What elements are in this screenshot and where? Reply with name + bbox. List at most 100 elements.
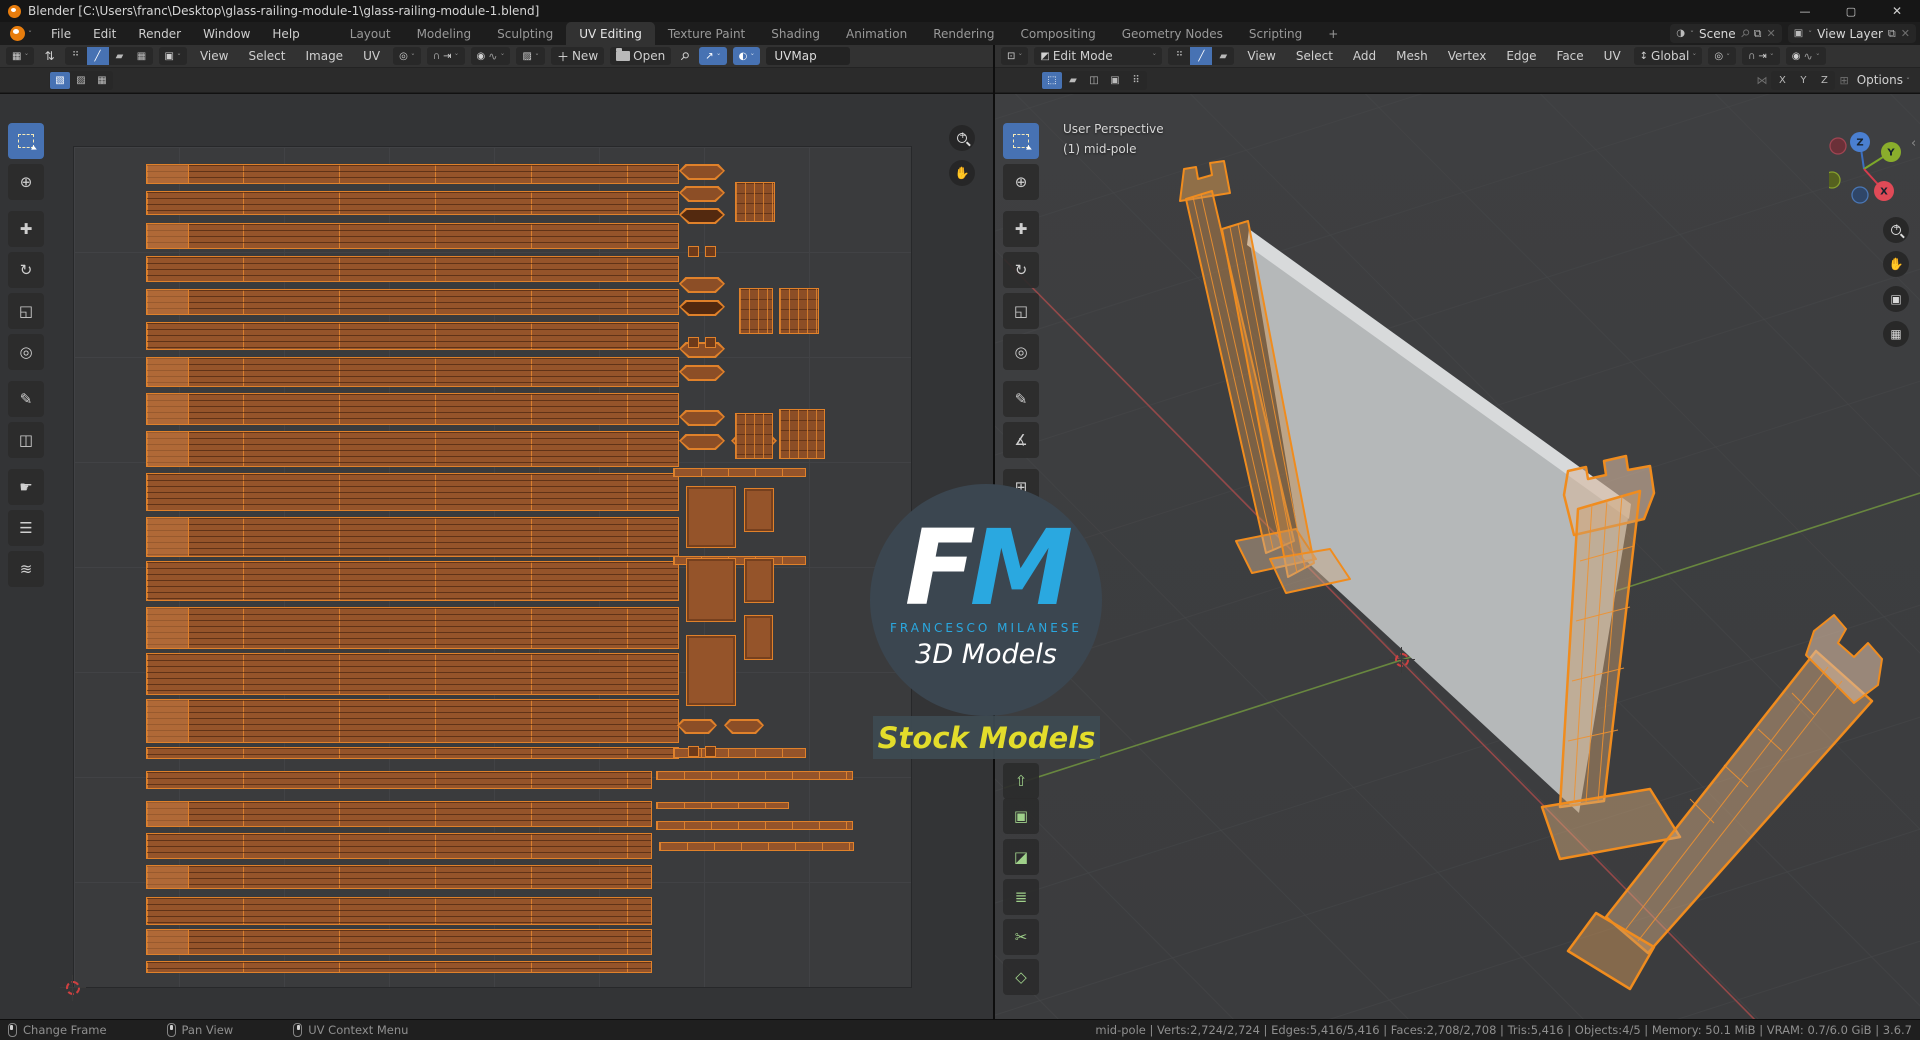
uv-sync-selection-icon[interactable]: ⇅ <box>40 47 58 65</box>
mode-dropdown[interactable]: ◩ Edit Mode ˅ <box>1034 47 1163 65</box>
tab-scripting[interactable]: Scripting <box>1236 22 1315 45</box>
uv-island-square[interactable] <box>686 635 736 706</box>
uv-island-bar[interactable] <box>146 929 652 955</box>
uv-island-grid[interactable] <box>779 288 819 334</box>
mirror-y-button[interactable]: Y <box>1793 72 1813 89</box>
uv-island-cap[interactable] <box>679 277 725 293</box>
tab-shading[interactable]: Shading <box>758 22 833 45</box>
uv-island-square[interactable] <box>744 558 774 603</box>
uv-island-grid[interactable] <box>735 182 775 222</box>
menu-edit[interactable]: Edit <box>82 22 127 45</box>
tool-scale[interactable]: ◱ <box>1003 293 1039 329</box>
uv-pivot-button[interactable]: ◎ ˅ <box>393 47 421 65</box>
navigation-gizmo[interactable]: Z Y X <box>1829 132 1903 206</box>
uv-zoom-button[interactable] <box>949 125 975 151</box>
tool-extrude[interactable]: ⇧ <box>1003 763 1039 799</box>
uv-island-bar[interactable] <box>146 322 679 350</box>
uv-image-browse-button[interactable]: ▨ ˅ <box>516 47 545 65</box>
uv-island-bar[interactable] <box>146 223 679 249</box>
v3d-menu-edge[interactable]: Edge <box>1499 49 1543 63</box>
menu-render[interactable]: Render <box>127 22 192 45</box>
blender-logo-icon[interactable]: ˅ <box>6 22 40 45</box>
uv-pan-button[interactable]: ✋ <box>949 160 975 186</box>
proportional-edit-button[interactable]: ◉ ∿ ˅ <box>1785 47 1826 65</box>
uv-gizmo-toggle[interactable]: ↗ ˅ <box>699 47 727 65</box>
uv-proportional-edit-button[interactable]: ◉ ∿ ˅ <box>470 47 511 65</box>
uv-menu-image[interactable]: Image <box>298 49 350 63</box>
uv-overlay-toggle[interactable]: ◐ ˅ <box>732 47 761 65</box>
uv-island-small-pair[interactable] <box>688 746 716 757</box>
uv-island-strip[interactable] <box>656 821 853 830</box>
tab-sculpting[interactable]: Sculpting <box>484 22 566 45</box>
uv-island-bar[interactable] <box>146 357 679 387</box>
viewport-pan-button[interactable]: ✋ <box>1883 251 1909 277</box>
uv-island-bar[interactable] <box>146 431 679 467</box>
select-mode-subtract[interactable]: ◫ <box>1084 72 1104 89</box>
island-select-mode-button[interactable]: ▦ <box>131 47 153 65</box>
uv-island-bar[interactable] <box>146 897 652 925</box>
uv-island-cap[interactable] <box>679 365 725 381</box>
uv-tool-mode-new[interactable]: ▧ <box>50 71 70 89</box>
vertex-select-mode-button[interactable]: ⠛ <box>65 47 87 65</box>
uv-tool-mode-subtract[interactable]: ▦ <box>92 72 112 89</box>
uv-island-bar[interactable] <box>146 607 679 649</box>
uv-island-bar[interactable] <box>146 517 679 557</box>
tool-poly-build[interactable]: ◇ <box>1003 959 1039 995</box>
tool-rip-region[interactable]: ◫ <box>8 422 44 458</box>
uv-tool-mode-extend[interactable]: ▨ <box>71 72 91 89</box>
uv-island-cap[interactable] <box>679 164 725 180</box>
tool-relax[interactable]: ☰ <box>8 510 44 546</box>
uv-island-square[interactable] <box>744 488 774 532</box>
tab-texture-paint[interactable]: Texture Paint <box>655 22 758 45</box>
tool-bevel[interactable]: ◪ <box>1003 839 1039 875</box>
select-mode-extend[interactable]: ▰ <box>1063 72 1083 89</box>
uv-island-strip[interactable] <box>673 468 806 477</box>
uv-island-square[interactable] <box>686 558 736 622</box>
tab-geometry-nodes[interactable]: Geometry Nodes <box>1109 22 1236 45</box>
editor-type-button-3d[interactable]: ⊡ ˅ <box>1001 47 1029 65</box>
v3d-menu-face[interactable]: Face <box>1550 49 1591 63</box>
select-mode-intersect[interactable]: ⠿ <box>1126 72 1146 89</box>
uv-menu-uv[interactable]: UV <box>356 49 387 63</box>
uv-island-square[interactable] <box>744 615 773 660</box>
menu-file[interactable]: File <box>40 22 82 45</box>
mirror-x-button[interactable]: X <box>1772 72 1792 89</box>
vertex-select-mode-button[interactable]: ⠛ <box>1168 47 1190 65</box>
uv-island-grid[interactable] <box>779 409 825 459</box>
tool-rotate[interactable]: ↻ <box>1003 252 1039 288</box>
uv-island-small-pair[interactable] <box>688 337 716 348</box>
uv-island-bar[interactable] <box>146 191 679 215</box>
delete-scene-icon[interactable]: ✕ <box>1767 27 1776 40</box>
edge-select-mode-button[interactable]: ╱ <box>86 47 109 65</box>
tool-inset[interactable]: ▣ <box>1003 798 1039 834</box>
uv-island-strip[interactable] <box>659 842 854 851</box>
edge-select-mode-button[interactable]: ╱ <box>1190 47 1213 65</box>
uv-island-bar[interactable] <box>146 473 679 511</box>
tool-rotate[interactable]: ↻ <box>8 252 44 288</box>
select-mode-invert[interactable]: ▣ <box>1105 72 1125 89</box>
editor-type-button[interactable]: ▦ ˅ <box>6 47 35 65</box>
menu-window[interactable]: Window <box>192 22 261 45</box>
v3d-menu-vertex[interactable]: Vertex <box>1441 49 1494 63</box>
close-button[interactable]: ✕ <box>1874 0 1920 22</box>
uv-island-cap[interactable] <box>679 208 725 224</box>
face-select-mode-button[interactable]: ▰ <box>109 47 131 65</box>
uv-pin-icon[interactable]: ⚲ <box>673 44 697 68</box>
tool-cursor[interactable]: ⊕ <box>8 164 44 200</box>
scene-selector[interactable]: ◑ ˅ Scene ⚲ ⧉ ✕ <box>1670 24 1782 43</box>
uv-island-small-pair[interactable] <box>688 246 716 257</box>
delete-view-layer-icon[interactable]: ✕ <box>1901 27 1910 40</box>
uv-island-strip[interactable] <box>656 771 853 780</box>
uv-island-bar[interactable] <box>146 699 679 743</box>
v3d-menu-uv[interactable]: UV <box>1597 49 1628 63</box>
snap-individual-icon[interactable]: ⊞ <box>1839 74 1848 87</box>
options-dropdown[interactable]: Options ˅ <box>1853 71 1914 89</box>
tool-annotate[interactable]: ✎ <box>1003 381 1039 417</box>
tool-transform[interactable]: ◎ <box>1003 334 1039 370</box>
menu-help[interactable]: Help <box>261 22 310 45</box>
image-open-button[interactable]: Open <box>610 47 672 65</box>
tool-measure[interactable]: ∡ <box>1003 422 1039 458</box>
uv-island-bar[interactable] <box>146 256 679 282</box>
maximize-button[interactable]: ▢ <box>1828 0 1874 22</box>
tool-knife[interactable]: ✂ <box>1003 919 1039 955</box>
